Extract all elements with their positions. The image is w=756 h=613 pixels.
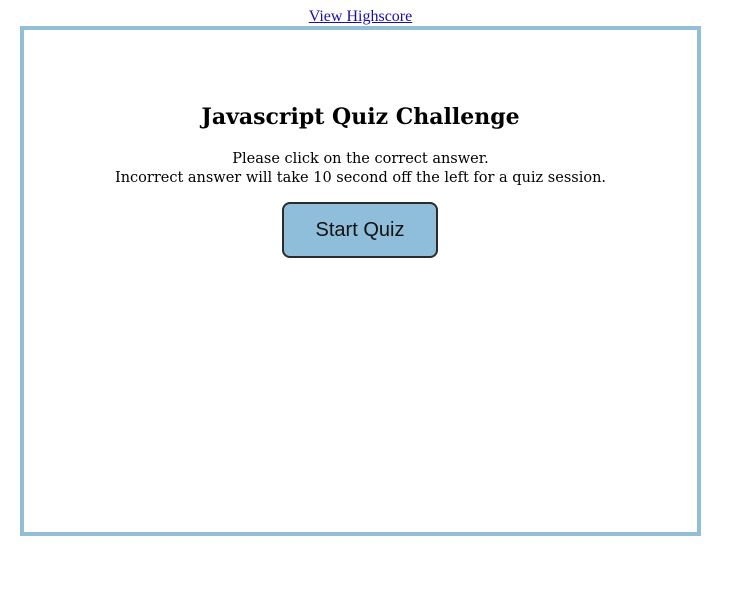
instruction-line-2: Incorrect answer will take 10 second off… [114, 170, 607, 186]
quiz-instructions: Please click on the correct answer. Inco… [24, 150, 697, 188]
quiz-title: Javascript Quiz Challenge [201, 104, 520, 130]
instruction-line-1: Please click on the correct answer. [232, 151, 489, 167]
view-highscore-link[interactable]: View Highscore [309, 8, 412, 25]
start-quiz-button[interactable]: Start Quiz [282, 202, 438, 258]
top-nav: View Highscore [0, 7, 721, 27]
quiz-container: Javascript Quiz Challenge Please click o… [20, 26, 701, 536]
